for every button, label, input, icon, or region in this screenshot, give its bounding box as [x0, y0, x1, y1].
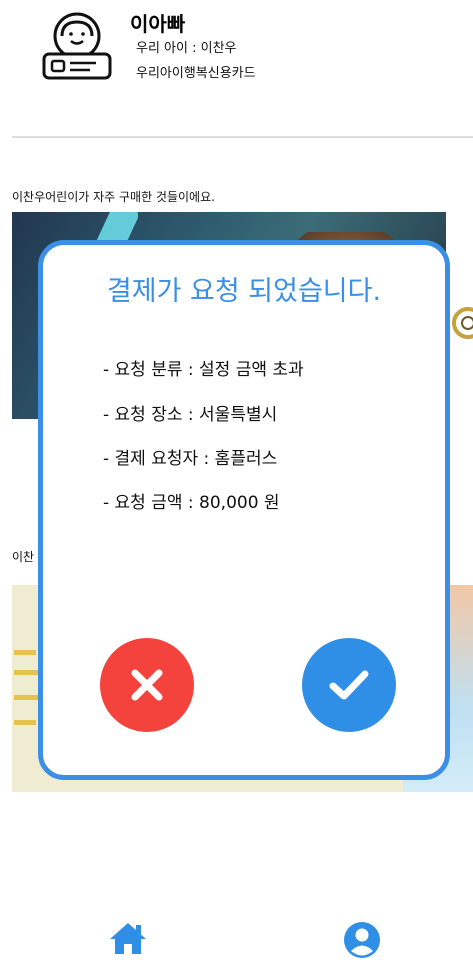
banner-text-line [14, 650, 36, 655]
approve-button[interactable] [302, 638, 396, 732]
card-name-line: 우리아이행복신용카드 [136, 66, 256, 81]
request-amount: - 요청 금액 : 80,000 원 [103, 493, 280, 513]
side-decoration-icon [452, 307, 473, 339]
request-category: - 요청 분류 : 설정 금액 초과 [103, 360, 304, 380]
check-icon [329, 670, 369, 700]
child-name-line: 우리 아이 : 이찬우 [136, 41, 237, 56]
request-requester: - 결제 요청자 : 홈플러스 [103, 449, 278, 469]
user-icon[interactable] [343, 920, 381, 960]
user-name: 이아빠 [130, 12, 186, 36]
banner-text-line [14, 670, 40, 675]
header-divider [12, 136, 473, 138]
x-icon [131, 669, 163, 701]
child-card-avatar-icon [42, 12, 112, 80]
reject-button[interactable] [100, 638, 194, 732]
home-icon[interactable] [108, 920, 148, 956]
banner-text-line [14, 720, 36, 725]
payment-request-modal: 결제가 요청 되었습니다. - 요청 분류 : 설정 금액 초과 - 요청 장소… [38, 240, 450, 780]
header: 이아빠 우리 아이 : 이찬우 우리아이행복신용카드 [0, 0, 473, 95]
request-location: - 요청 장소 : 서울특별시 [103, 405, 278, 425]
frequent-purchases-title: 이찬우어린이가 자주 구매한 것들이에요. [12, 190, 215, 204]
banner-text-line [14, 695, 38, 700]
modal-title: 결제가 요청 되었습니다. [106, 276, 382, 307]
second-section-title: 이찬 [12, 550, 35, 564]
